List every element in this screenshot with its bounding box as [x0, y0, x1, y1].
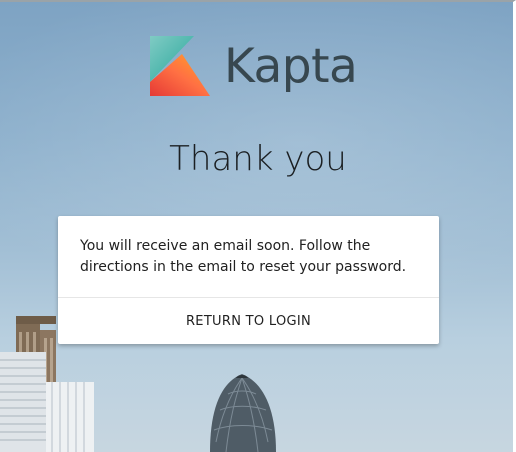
app-window: Kapta Thank you You will receive an emai…: [0, 0, 516, 452]
return-to-login-button[interactable]: RETURN TO LOGIN: [58, 298, 439, 344]
confirmation-card: You will receive an email soon. Follow t…: [58, 216, 439, 344]
return-to-login-label: RETURN TO LOGIN: [185, 313, 312, 329]
kapta-logo-icon: [150, 36, 210, 96]
page-title: Thank you: [169, 139, 347, 179]
kapta-logo: Kapta: [148, 34, 358, 100]
brand-name: Kapta: [224, 39, 358, 94]
confirmation-message: You will receive an email soon. Follow t…: [80, 238, 407, 275]
